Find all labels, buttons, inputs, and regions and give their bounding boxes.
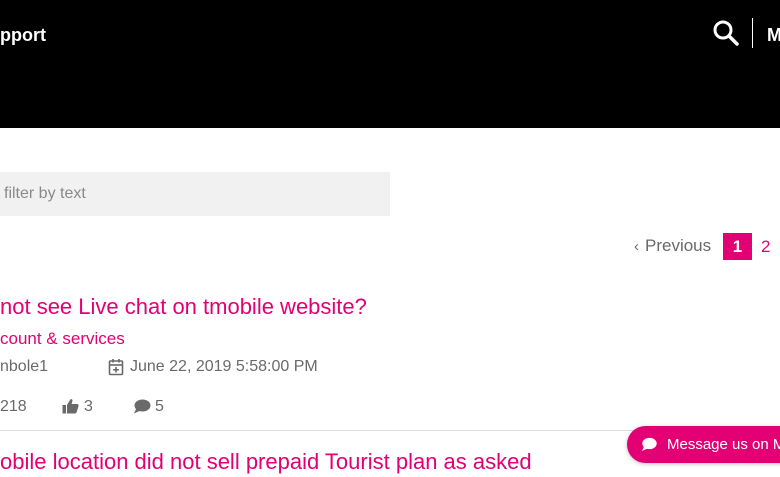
post-title[interactable]: obile location did not sell prepaid Tour…: [0, 447, 532, 477]
site-header: pport M: [0, 0, 780, 128]
post-title[interactable]: not see Live chat on tmobile website?: [0, 292, 367, 322]
post-category[interactable]: count & services: [0, 327, 125, 351]
message-us-label: Message us on M: [667, 436, 780, 453]
header-menu-link[interactable]: M: [767, 22, 780, 48]
calendar-icon: [108, 359, 124, 376]
message-us-button[interactable]: Message us on M: [627, 426, 780, 463]
post-likes-count: 3: [84, 398, 93, 415]
search-button[interactable]: [711, 18, 741, 48]
comment-icon: [134, 399, 151, 414]
chevron-left-icon: ‹: [634, 238, 639, 255]
post-views-count: 218: [0, 398, 27, 415]
post-replies-count: 5: [155, 398, 164, 415]
pagination-page-current[interactable]: 1: [723, 233, 752, 260]
thumbs-up-icon[interactable]: [62, 398, 79, 414]
previous-label: Previous: [645, 236, 712, 255]
chat-bubble-icon: [642, 437, 657, 451]
pagination-page-link[interactable]: 2: [761, 233, 770, 260]
filter-input[interactable]: [0, 172, 390, 216]
pagination-previous[interactable]: ‹ Previous: [634, 234, 711, 258]
post-date: June 22, 2019 5:58:00 PM: [130, 358, 318, 375]
search-icon: [713, 20, 739, 46]
post-author[interactable]: nbole1: [0, 356, 48, 378]
header-divider: [752, 18, 753, 48]
site-title[interactable]: pport: [0, 22, 46, 48]
